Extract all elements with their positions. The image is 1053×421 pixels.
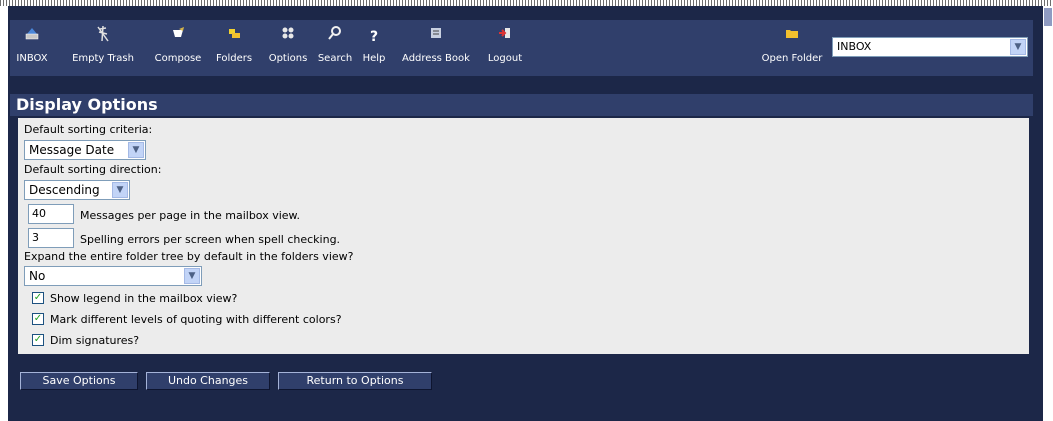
logout-icon (482, 25, 528, 49)
chevron-down-icon: ▼ (128, 142, 144, 158)
toolbar-compose[interactable]: Compose (150, 25, 206, 71)
toolbar-inbox[interactable]: INBOX (12, 25, 52, 71)
show-legend-label: Show legend in the mailbox view? (50, 292, 238, 305)
scrollbar[interactable] (1043, 6, 1053, 421)
messages-per-page-label: Messages per page in the mailbox view. (80, 209, 301, 222)
folders-icon (210, 25, 258, 49)
expand-tree-select[interactable]: No ▼ (24, 266, 202, 286)
quoting-colors-label: Mark different levels of quoting with di… (50, 313, 342, 326)
return-to-options-button[interactable]: Return to Options (278, 372, 432, 390)
save-options-button[interactable]: Save Options (20, 372, 138, 390)
messages-per-page-input[interactable]: 40 (28, 204, 74, 224)
spelling-errors-input[interactable]: 3 (28, 228, 74, 248)
chevron-down-icon: ▼ (1010, 39, 1026, 55)
quoting-colors-checkbox[interactable]: ✓ (32, 313, 44, 325)
open-folder-icon (756, 25, 828, 49)
folder-select[interactable]: INBOX ▼ (832, 37, 1028, 57)
sort-direction-label: Default sorting direction: (24, 163, 162, 176)
undo-changes-button[interactable]: Undo Changes (146, 372, 270, 390)
toolbar: INBOX Empty Trash Compose Folders Option… (10, 20, 1033, 76)
section-title: Display Options (10, 94, 1033, 116)
toolbar-search[interactable]: Search (314, 25, 356, 71)
inbox-icon (12, 25, 52, 49)
expand-tree-label: Expand the entire folder tree by default… (24, 250, 354, 263)
toolbar-options[interactable]: Options (262, 25, 314, 71)
help-icon: ? (369, 29, 379, 45)
show-legend-checkbox[interactable]: ✓ (32, 292, 44, 304)
sort-direction-select[interactable]: Descending ▼ (24, 180, 130, 200)
options-icon (262, 25, 314, 49)
compose-icon (150, 25, 206, 49)
scrollbar-thumb[interactable] (1044, 8, 1052, 26)
toolbar-address-book[interactable]: Address Book (394, 25, 478, 71)
dim-signatures-checkbox[interactable]: ✓ (32, 334, 44, 346)
sort-criteria-label: Default sorting criteria: (24, 123, 153, 136)
dim-signatures-label: Dim signatures? (50, 334, 140, 347)
trash-icon (60, 25, 146, 49)
sort-criteria-select[interactable]: Message Date ▼ (24, 140, 146, 160)
toolbar-empty-trash[interactable]: Empty Trash (60, 25, 146, 71)
chevron-down-icon: ▼ (184, 268, 200, 284)
chevron-down-icon: ▼ (112, 182, 128, 198)
spelling-errors-label: Spelling errors per screen when spell ch… (80, 233, 341, 246)
toolbar-logout[interactable]: Logout (482, 25, 528, 71)
toolbar-help[interactable]: ? Help (358, 25, 390, 71)
open-folder-button[interactable]: Open Folder (756, 25, 828, 71)
address-book-icon (394, 25, 478, 49)
search-icon (314, 25, 356, 49)
toolbar-folders[interactable]: Folders (210, 25, 258, 71)
